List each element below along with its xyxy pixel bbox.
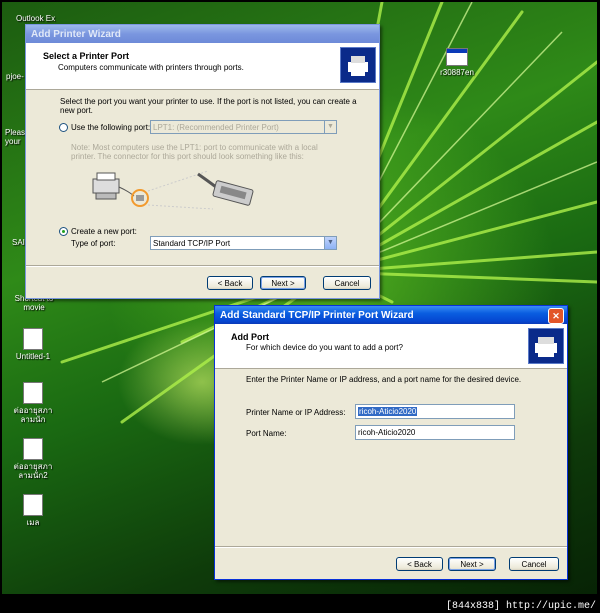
wizard-header: Add Port For which device do you want to… xyxy=(215,324,567,369)
use-port-label: Use the following port: xyxy=(71,123,151,132)
desktop-icon-label: SAI xyxy=(12,238,25,247)
desktop-icon-label: r30887en xyxy=(440,68,474,77)
image-file-icon xyxy=(23,328,43,350)
port-connector-illustration xyxy=(92,170,254,210)
desktop-icon-r30887en[interactable]: r30887en xyxy=(434,48,480,77)
desktop-icon-document-1[interactable]: ต่ออายุสภา ลามนัก xyxy=(10,382,56,424)
cancel-button[interactable]: Cancel xyxy=(323,276,371,290)
input-value: ricoh-Aticio2020 xyxy=(358,407,418,416)
use-port-radio[interactable] xyxy=(59,123,68,132)
desktop-icon-mail[interactable]: เมล xyxy=(10,494,56,527)
add-printer-wizard-window: Add Printer Wizard Select a Printer Port… xyxy=(25,24,380,299)
select-value: LPT1: (Recommended Printer Port) xyxy=(153,122,279,132)
tcpip-port-wizard-window: Add Standard TCP/IP Printer Port Wizard … xyxy=(214,305,568,580)
back-button[interactable]: < Back xyxy=(396,557,443,571)
window-file-icon xyxy=(446,48,468,66)
chevron-down-icon: ▼ xyxy=(324,121,336,133)
instruction-text: Enter the Printer Name or IP address, an… xyxy=(246,375,522,384)
desktop-icon-label: ต่ออายุสภา ลามนัก xyxy=(13,406,53,424)
document-icon xyxy=(23,438,43,460)
input-value: ricoh-Aticio2020 xyxy=(358,428,416,437)
instruction-text: Select the port you want your printer to… xyxy=(60,97,357,115)
next-button[interactable]: Next > xyxy=(260,276,306,290)
next-button[interactable]: Next > xyxy=(448,557,496,571)
desktop-icon-outlook[interactable]: Outlook Ex xyxy=(16,14,55,23)
select-value: Standard TCP/IP Port xyxy=(153,238,231,248)
close-icon[interactable]: ✕ xyxy=(548,308,564,324)
create-port-radio[interactable] xyxy=(59,227,68,236)
desktop-icon-label: pjoe- xyxy=(6,72,24,81)
printer-name-input[interactable]: ricoh-Aticio2020 xyxy=(355,404,515,419)
desktop: Outlook Ex pjoe- Please your SAI Shortcu… xyxy=(2,2,597,594)
divider xyxy=(26,265,379,267)
window-title: Add Standard TCP/IP Printer Port Wizard xyxy=(220,309,414,321)
titlebar[interactable]: Add Printer Wizard xyxy=(26,25,379,43)
header-subtitle: For which device do you want to add a po… xyxy=(246,343,403,352)
note-text: Note: Most computers use the LPT1: port … xyxy=(71,143,318,161)
desktop-icon-please[interactable]: Please your xyxy=(5,128,29,146)
header-subtitle: Computers communicate with printers thro… xyxy=(58,63,244,72)
header-title: Select a Printer Port xyxy=(43,51,130,61)
watermark: [844x838] http://upic.me/ xyxy=(445,601,596,612)
printer-wizard-icon xyxy=(340,47,376,83)
printer-name-label: Printer Name or IP Address: xyxy=(246,408,346,417)
back-button[interactable]: < Back xyxy=(207,276,253,290)
create-port-label: Create a new port: xyxy=(71,227,137,236)
desktop-icon-label: Outlook Ex xyxy=(16,14,56,23)
desktop-icon-label: ต่ออายุสภา ลามนัก2 xyxy=(13,462,53,480)
desktop-icon-pjoe[interactable]: pjoe- xyxy=(6,72,24,81)
type-of-port-select[interactable]: Standard TCP/IP Port ▼ xyxy=(150,236,337,250)
header-title: Add Port xyxy=(231,332,269,342)
desktop-icon-untitled[interactable]: Untitled-1 xyxy=(10,328,56,361)
document-icon xyxy=(23,382,43,404)
desktop-icon-document-2[interactable]: ต่ออายุสภา ลามนัก2 xyxy=(10,438,56,480)
desktop-icon-label: Untitled-1 xyxy=(15,352,51,361)
type-of-port-label: Type of port: xyxy=(71,239,116,248)
use-port-select[interactable]: LPT1: (Recommended Printer Port) ▼ xyxy=(150,120,337,134)
port-name-input[interactable]: ricoh-Aticio2020 xyxy=(355,425,515,440)
desktop-icon-label: เมล xyxy=(26,518,40,527)
divider xyxy=(215,546,567,548)
document-icon xyxy=(23,494,43,516)
port-name-label: Port Name: xyxy=(246,429,287,438)
cancel-button[interactable]: Cancel xyxy=(509,557,559,571)
wizard-header: Select a Printer Port Computers communic… xyxy=(26,43,379,90)
window-title: Add Printer Wizard xyxy=(31,28,121,40)
printer-port-icon xyxy=(528,328,564,364)
titlebar[interactable]: Add Standard TCP/IP Printer Port Wizard … xyxy=(215,306,567,324)
desktop-icon-sai[interactable]: SAI xyxy=(12,238,25,247)
chevron-down-icon: ▼ xyxy=(324,237,336,249)
